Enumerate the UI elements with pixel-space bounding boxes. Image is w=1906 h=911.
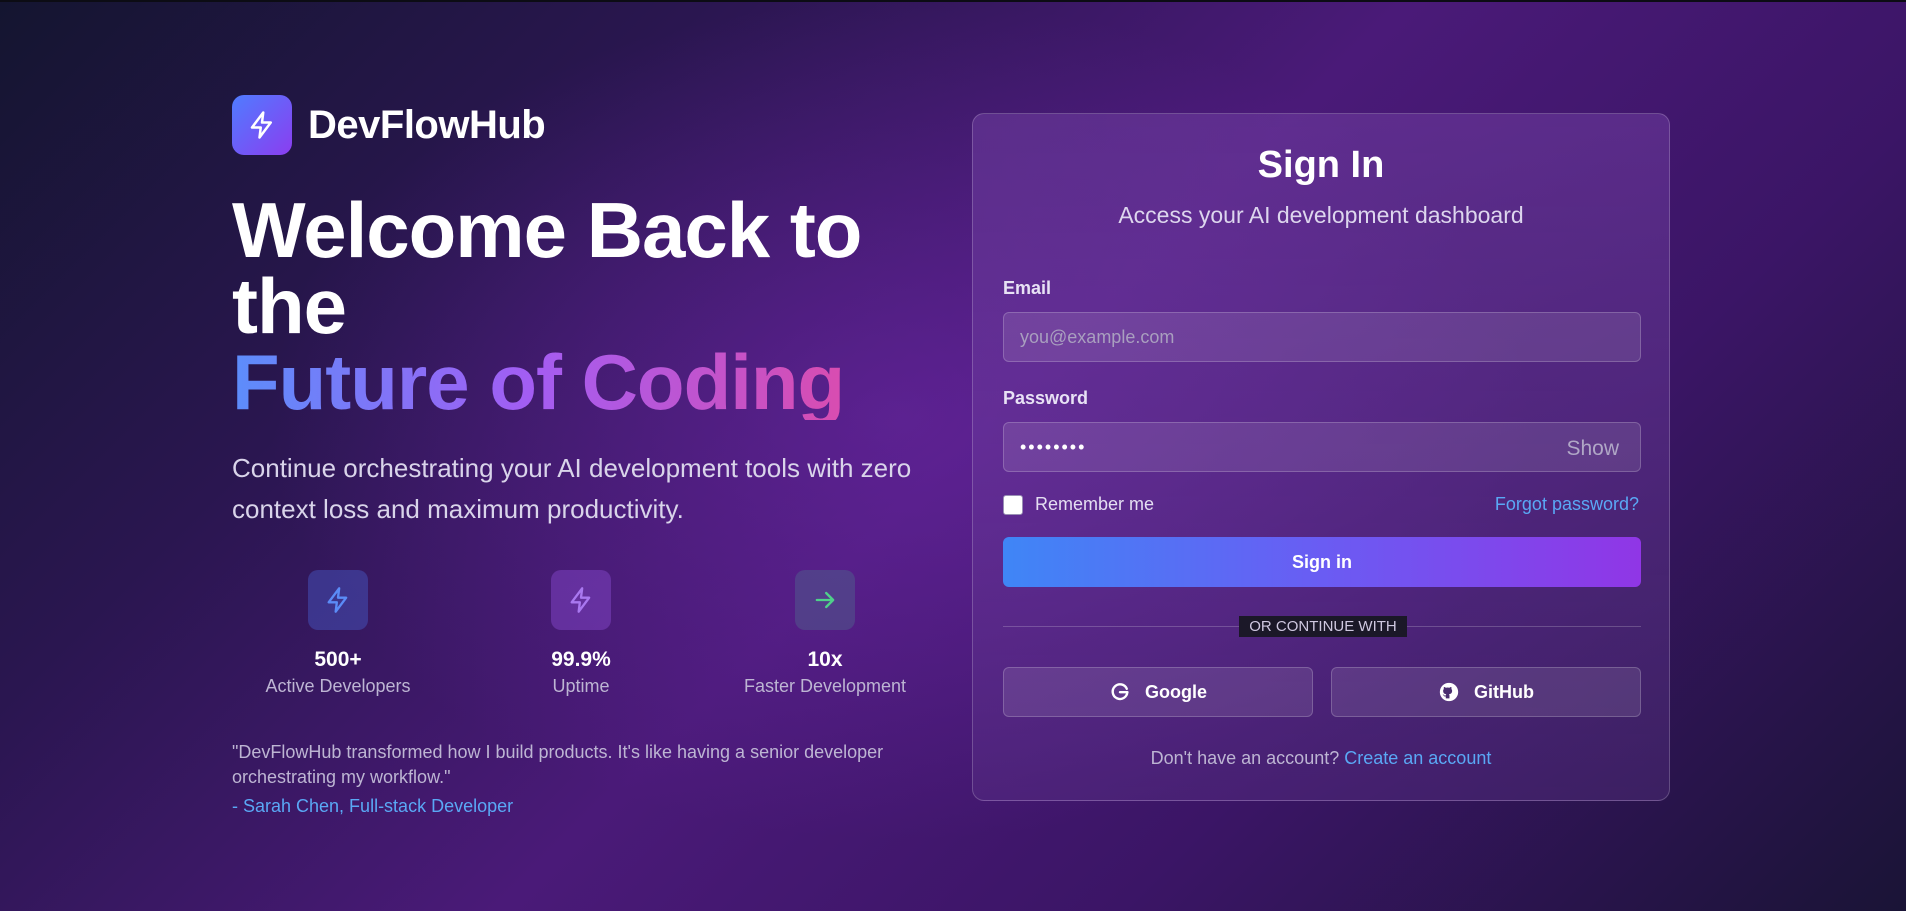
- top-border: [0, 0, 1906, 2]
- stat-label: Active Developers: [265, 676, 411, 696]
- stat-value: 10x: [807, 648, 843, 671]
- remember-me[interactable]: Remember me: [1003, 494, 1154, 515]
- lightning-icon: [308, 570, 368, 630]
- title-line-2: the: [232, 262, 347, 350]
- google-button[interactable]: Google: [1003, 667, 1313, 717]
- forgot-password-link[interactable]: Forgot password?: [1495, 494, 1639, 515]
- divider-text: OR CONTINUE WITH: [1239, 616, 1407, 637]
- stat-label: Faster Development: [743, 676, 907, 696]
- arrow-right-icon: [795, 570, 855, 630]
- brand-name: DevFlowHub: [308, 102, 546, 147]
- signin-title: Sign In: [1257, 144, 1385, 186]
- create-account-link[interactable]: Create an account: [1344, 748, 1491, 768]
- password-field[interactable]: [1003, 422, 1641, 472]
- hero-subtext: Continue orchestrating your AI developme…: [232, 453, 912, 524]
- stat-uptime: 99.9% Uptime: [481, 570, 681, 697]
- signup-text: Don't have an account?: [1150, 748, 1340, 768]
- google-icon: [1109, 681, 1131, 703]
- stats-row: 500+ Active Developers 99.9% Uptime 10x …: [232, 570, 932, 705]
- stat-developers: 500+ Active Developers: [238, 570, 438, 697]
- signup-prompt: Don't have an account? Create an account: [973, 748, 1669, 769]
- stat-label: Uptime: [552, 676, 610, 696]
- testimonial-quote: "DevFlowHub transformed how I build prod…: [232, 742, 884, 787]
- title-line-1: Welcome Back to: [232, 186, 862, 274]
- password-label: Password: [1003, 388, 1089, 408]
- title-highlight: Future of Coding: [232, 343, 892, 421]
- stat-value: 500+: [314, 648, 362, 671]
- signin-card: Sign In Access your AI development dashb…: [972, 113, 1670, 801]
- brand: DevFlowHub: [232, 95, 546, 155]
- signin-button[interactable]: Sign in: [1003, 537, 1641, 587]
- email-label: Email: [1003, 278, 1052, 298]
- remember-label: Remember me: [1035, 494, 1155, 514]
- page-title: Welcome Back to the Future of Coding: [232, 186, 892, 421]
- github-icon: [1438, 681, 1460, 703]
- lightning-icon: [232, 95, 292, 155]
- github-label: GitHub: [1474, 681, 1534, 702]
- email-field[interactable]: [1003, 312, 1641, 362]
- lightning-icon: [551, 570, 611, 630]
- stat-speed: 10x Faster Development: [725, 570, 925, 697]
- google-label: Google: [1145, 681, 1207, 702]
- stat-value: 99.9%: [551, 648, 611, 671]
- signin-subtitle: Access your AI development dashboard: [1118, 202, 1524, 228]
- show-password-button[interactable]: Show: [1560, 436, 1625, 462]
- github-button[interactable]: GitHub: [1331, 667, 1641, 717]
- testimonial-author: - Sarah Chen, Full-stack Developer: [232, 796, 514, 816]
- remember-checkbox[interactable]: [1003, 494, 1023, 515]
